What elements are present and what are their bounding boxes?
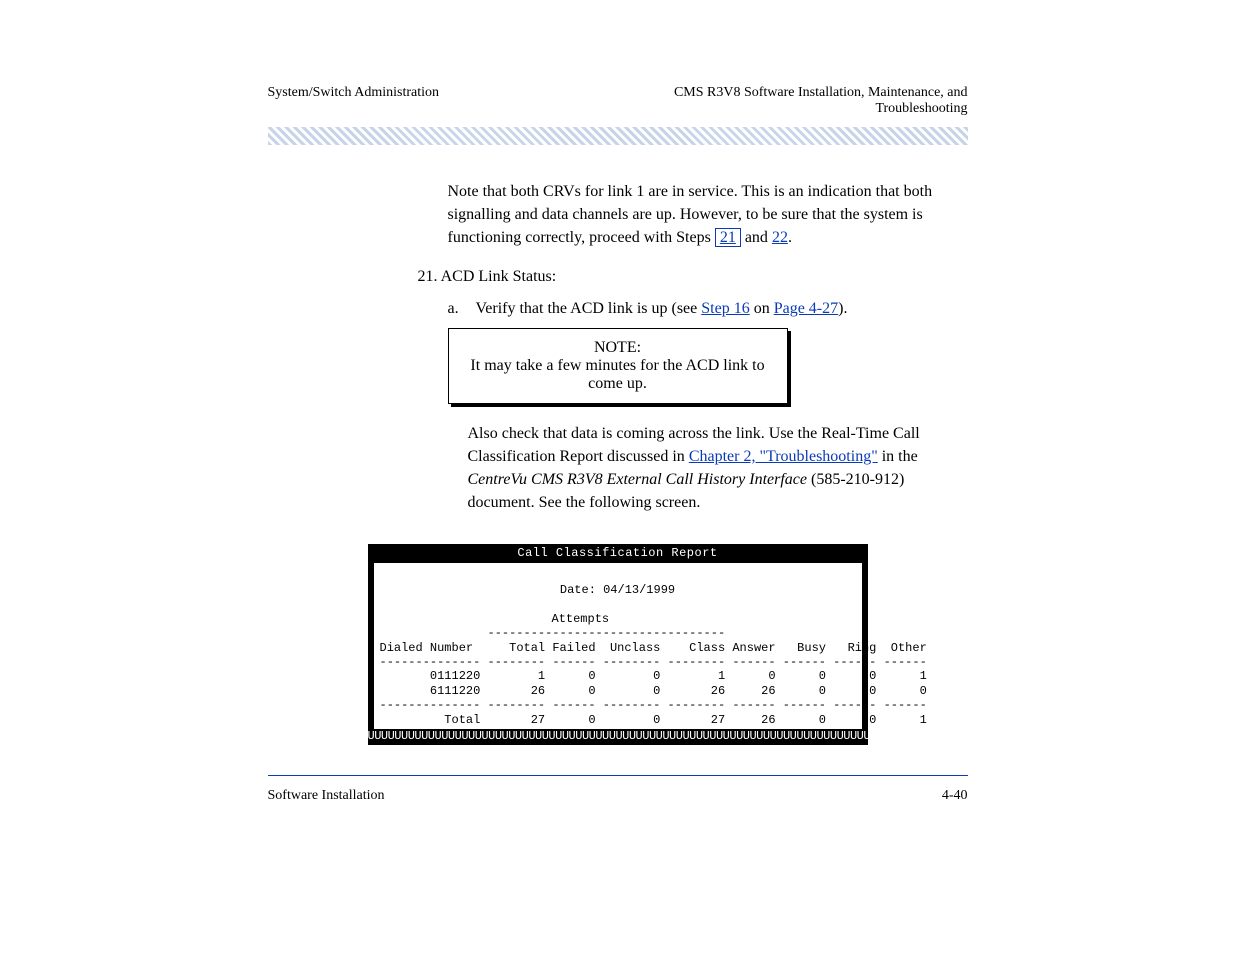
step-16-link[interactable]: Step 16	[701, 300, 749, 317]
footer-left: Software Installation	[268, 788, 385, 804]
page-link[interactable]: Page 4-27	[774, 300, 838, 317]
intro-period: .	[788, 229, 792, 246]
step-a-num: a.	[448, 300, 466, 318]
header-left: System/Switch Administration	[268, 85, 440, 101]
book-title: CentreVu CMS R3V8 External Call History …	[468, 471, 808, 488]
page-header: System/Switch Administration CMS R3V8 So…	[268, 85, 968, 117]
terminal-row2: 6111220 26 0 0 26 26 0 0 0	[380, 684, 856, 698]
terminal-sep2: -------------- -------- ------ -------- …	[380, 698, 856, 712]
header-right: CMS R3V8 Software Installation, Maintena…	[674, 85, 968, 117]
note-text: It may take a few minutes for the ACD li…	[470, 357, 764, 392]
terminal-date: Date: 04/13/1999	[380, 583, 856, 597]
step-a-text-before: Verify that the ACD link is up (see	[476, 300, 702, 317]
step-ref-22-link[interactable]: 22	[772, 229, 788, 246]
note-label: NOTE:	[594, 339, 641, 356]
terminal-screenshot: Call Classification Report Date: 04/13/1…	[368, 544, 868, 745]
intro-text: Note that both CRVs for link 1 are in se…	[448, 183, 933, 246]
terminal-bottom-scroll: UUUUUUUUUUUUUUUUUUUUUUUUUUUUUUUUUUUUUUUU…	[368, 729, 868, 743]
step-a-text-after: on	[750, 300, 774, 317]
decorative-bar	[268, 127, 968, 145]
step-ref-21-link[interactable]: 21	[715, 228, 741, 247]
terminal-row1: 0111220 1 0 0 1 0 0 0 1	[380, 669, 856, 683]
terminal-blank2	[380, 597, 856, 611]
intro-paragraph: Note that both CRVs for link 1 are in se…	[448, 180, 968, 250]
terminal-total: Total 27 0 0 27 26 0 0 1	[380, 713, 856, 727]
section-21-label: 21. ACD Link Status:	[418, 268, 968, 286]
note-box: NOTE: It may take a few minutes for the …	[448, 328, 788, 404]
footer-rule	[268, 775, 968, 776]
terminal-blank1	[380, 569, 856, 583]
after-note-text2: in the	[878, 448, 918, 465]
terminal-attempts-sep: ---------------------------------	[380, 626, 856, 640]
terminal-title: Call Classification Report	[368, 544, 868, 562]
terminal-attempts: Attempts	[380, 612, 856, 626]
step-a-row: a. Verify that the ACD link is up (see S…	[448, 300, 968, 318]
terminal-columns: Dialed Number Total Failed Unclass Class…	[380, 641, 856, 655]
step-a-text-end: ).	[838, 300, 847, 317]
terminal-body: Date: 04/13/1999 Attempts --------------…	[372, 563, 864, 729]
after-note-paragraph: Also check that data is coming across th…	[468, 422, 938, 515]
chapter-link[interactable]: Chapter 2, "Troubleshooting"	[689, 448, 878, 465]
page-footer: Software Installation 4-40	[268, 788, 968, 804]
footer-right: 4-40	[942, 788, 968, 804]
step-a-body: Verify that the ACD link is up (see Step…	[476, 300, 848, 318]
intro-and: and	[741, 229, 772, 246]
terminal-sep1: -------------- -------- ------ -------- …	[380, 655, 856, 669]
